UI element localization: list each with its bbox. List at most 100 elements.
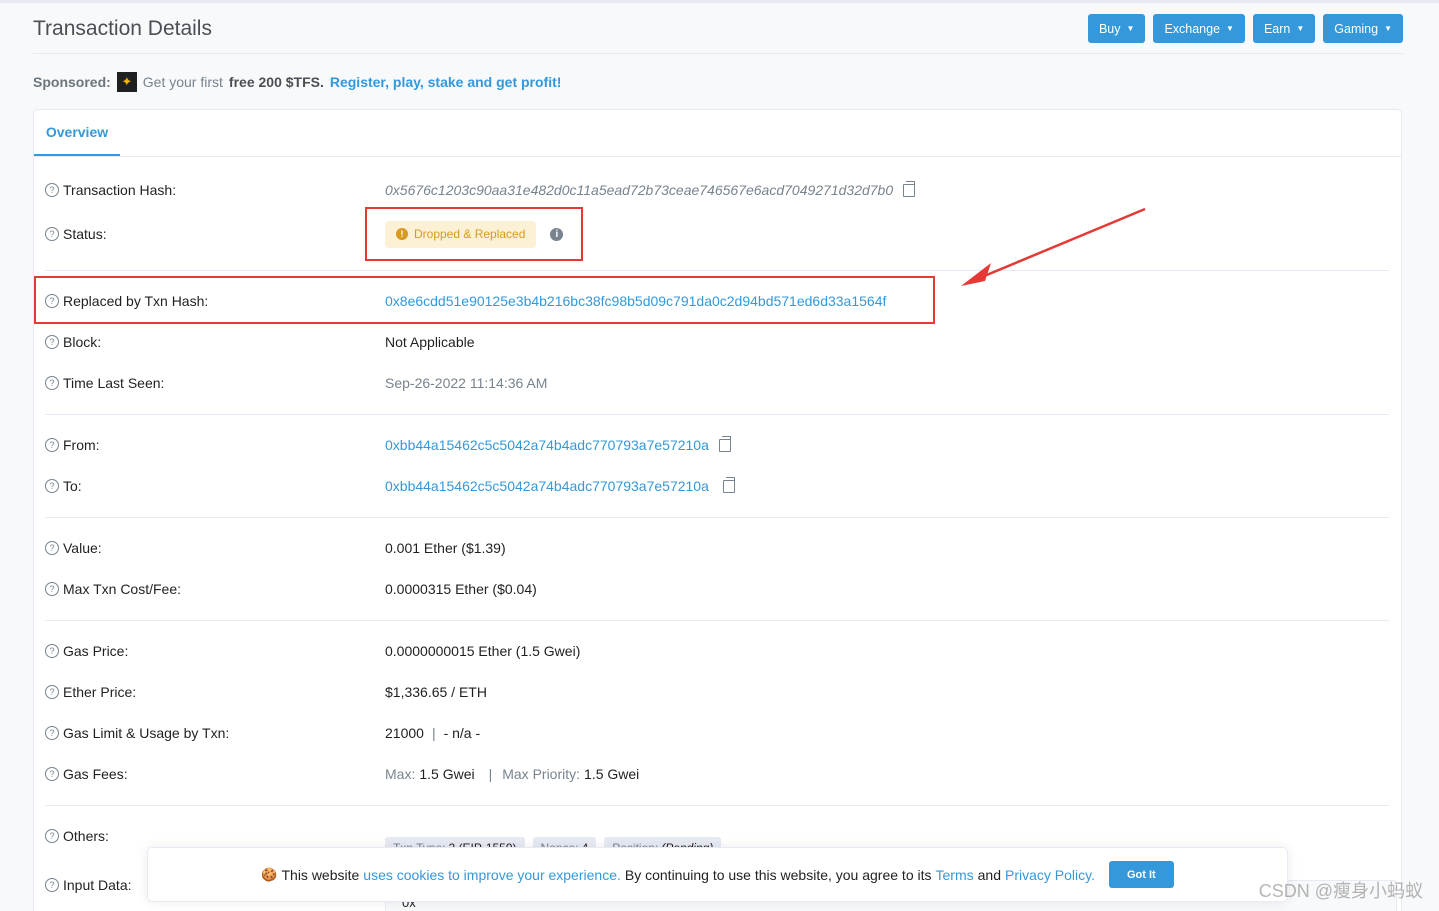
- field-label: Value:: [63, 540, 102, 556]
- help-icon[interactable]: ?: [45, 438, 59, 452]
- gas-usage-value: - n/a -: [443, 725, 481, 741]
- chevron-down-icon: ▼: [1296, 23, 1305, 33]
- field-label: Max Txn Cost/Fee:: [63, 581, 182, 597]
- sponsored-bold-text: free 200 $TFS.: [228, 74, 324, 90]
- page: Transaction Details Buy ▼ Exchange ▼ Ear…: [0, 0, 1439, 911]
- separator: |: [431, 725, 436, 741]
- copy-icon[interactable]: [718, 435, 731, 452]
- help-icon[interactable]: ?: [45, 227, 59, 241]
- sponsor-logo-icon: ✦: [116, 72, 137, 92]
- sponsored-banner: Sponsored: ✦ Get your first free 200 $TF…: [33, 72, 561, 92]
- max-fee-label: Max:: [385, 766, 416, 782]
- chevron-down-icon: ▼: [1384, 23, 1392, 33]
- nav-buttons: Buy ▼ Exchange ▼ Earn ▼ Gaming ▼: [1087, 14, 1403, 43]
- privacy-policy-link[interactable]: Privacy Policy.: [1005, 867, 1095, 883]
- row-from: ? From: 0xbb44a15462c5c5042a74b4adc770793…: [45, 434, 1385, 456]
- block-value: Not Applicable: [385, 334, 475, 350]
- gas-price-value: 0.0000000015 Ether (1.5 Gwei): [385, 643, 581, 659]
- status-highlight-box: [365, 207, 583, 261]
- row-block: ? Block: Not Applicable: [45, 331, 1385, 353]
- tab-overview[interactable]: Overview: [34, 110, 120, 156]
- transaction-hash-value: 0x5676c1203c90aa31e482d0c11a5ead72b73cea…: [385, 182, 894, 198]
- exchange-button-label: Exchange: [1164, 21, 1221, 36]
- help-icon[interactable]: ?: [45, 541, 59, 555]
- field-label: Gas Limit & Usage by Txn:: [63, 725, 230, 741]
- field-label: From:: [63, 437, 100, 453]
- exchange-button[interactable]: Exchange ▼: [1153, 14, 1245, 43]
- gas-limit-value: 21000: [385, 725, 424, 741]
- section-divider: [45, 414, 1389, 415]
- field-label: Ether Price:: [63, 684, 137, 700]
- ether-price-value: $1,336.65 / ETH: [385, 684, 487, 700]
- tab-bar: Overview: [34, 110, 1401, 157]
- cookie-text-2: By continuing to use this website, you a…: [624, 866, 932, 883]
- help-icon[interactable]: ?: [45, 767, 59, 781]
- buy-button[interactable]: Buy ▼: [1087, 14, 1146, 43]
- field-label: Others:: [63, 828, 109, 844]
- field-label: Block:: [63, 334, 102, 350]
- help-icon[interactable]: ?: [45, 726, 59, 740]
- help-icon[interactable]: ?: [45, 376, 59, 390]
- copy-icon[interactable]: [903, 180, 916, 197]
- time-last-seen-value: Sep-26-2022 11:14:36 AM: [385, 375, 548, 391]
- section-divider: [45, 805, 1389, 806]
- gaming-button-label: Gaming: [1334, 21, 1379, 36]
- cookie-text-3: and: [977, 866, 1001, 883]
- top-border: [0, 0, 1439, 3]
- help-icon[interactable]: ?: [45, 183, 59, 197]
- terms-link[interactable]: Terms: [936, 867, 974, 883]
- help-icon[interactable]: ?: [45, 582, 59, 596]
- chevron-down-icon: ▼: [1126, 23, 1135, 33]
- section-divider: [45, 620, 1389, 621]
- chevron-down-icon: ▼: [1226, 23, 1234, 33]
- max-fee-value: 0.0000315 Ether ($0.04): [385, 581, 537, 597]
- cookie-icon: 🍪: [261, 866, 278, 882]
- field-label: Time Last Seen:: [63, 375, 165, 391]
- separator: |: [488, 766, 493, 782]
- section-divider: [45, 517, 1389, 518]
- help-icon[interactable]: ?: [45, 685, 59, 699]
- watermark: CSDN @瘦身小蚂蚁: [1258, 881, 1423, 901]
- max-priority-label: Max Priority:: [502, 766, 581, 782]
- sponsored-text: Get your first: [142, 74, 223, 90]
- cookie-banner: 🍪 This website uses cookies to improve y…: [147, 847, 1288, 902]
- buy-button-label: Buy: [1098, 21, 1121, 36]
- row-gas-limit: ? Gas Limit & Usage by Txn: 21000 | - n/a…: [45, 722, 1385, 744]
- row-to: ? To: 0xbb44a15462c5c5042a74b4adc770793a7…: [45, 475, 1385, 497]
- arrow-shaft: [976, 207, 1146, 281]
- row-gas-price: ? Gas Price: 0.0000000015 Ether (1.5 Gwei…: [45, 640, 1385, 662]
- annotation-arrow: [961, 207, 1146, 286]
- help-icon[interactable]: ?: [45, 829, 59, 843]
- page-title: Transaction Details: [33, 17, 212, 40]
- header-divider: [33, 53, 1403, 54]
- section-divider: [45, 270, 1389, 271]
- row-gas-fees: ? Gas Fees: Max: 1.5 Gwei | Max Priority:…: [45, 763, 1385, 785]
- field-label: Gas Price:: [63, 643, 129, 659]
- help-icon[interactable]: ?: [45, 644, 59, 658]
- help-icon[interactable]: ?: [45, 878, 59, 892]
- gaming-button[interactable]: Gaming ▼: [1323, 14, 1403, 43]
- earn-button[interactable]: Earn ▼: [1252, 14, 1316, 43]
- to-address-link[interactable]: 0xbb44a15462c5c5042a74b4adc770793a7e5721…: [385, 478, 709, 494]
- sponsored-label: Sponsored:: [33, 74, 111, 90]
- row-value: ? Value: 0.001 Ether ($1.39): [45, 537, 1385, 559]
- row-transaction-hash: ? Transaction Hash: 0x5676c1203c90aa31e48…: [45, 179, 1385, 201]
- field-label: Gas Fees:: [63, 766, 128, 782]
- field-label: Input Data:: [63, 877, 132, 893]
- row-time-last-seen: ? Time Last Seen: Sep-26-2022 11:14:36 AM: [45, 372, 1385, 394]
- cookie-policy-link[interactable]: uses cookies to improve your experience.: [363, 867, 621, 883]
- from-address-link[interactable]: 0xbb44a15462c5c5042a74b4adc770793a7e5721…: [385, 437, 709, 453]
- help-icon[interactable]: ?: [45, 335, 59, 349]
- row-others: ?Others: Txn Type: 2 (EIP-1559) Nonce: 4…: [45, 825, 1385, 859]
- copy-icon[interactable]: [722, 476, 735, 493]
- earn-button-label: Earn: [1263, 21, 1291, 36]
- max-fee-gwei: 1.5 Gwei: [419, 766, 475, 782]
- got-it-button[interactable]: Got It: [1108, 861, 1174, 888]
- max-priority-gwei: 1.5 Gwei: [584, 766, 640, 782]
- row-ether-price: ? Ether Price: $1,336.65 / ETH: [45, 681, 1385, 703]
- field-label: Transaction Hash:: [63, 182, 177, 198]
- arrow-head: [961, 263, 991, 286]
- help-icon[interactable]: ?: [45, 479, 59, 493]
- value-amount: 0.001 Ether ($1.39): [385, 540, 506, 556]
- sponsored-promo-link[interactable]: Register, play, stake and get profit!: [330, 74, 562, 90]
